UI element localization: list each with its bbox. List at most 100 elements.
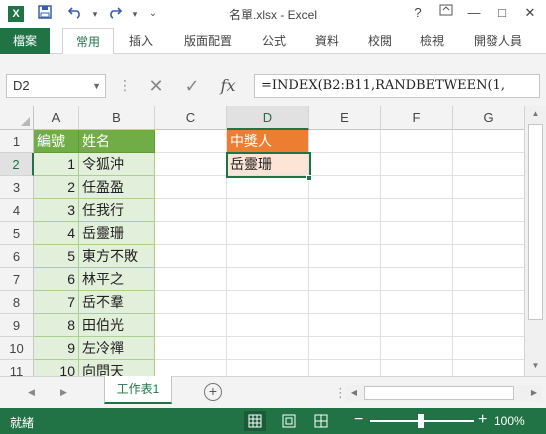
row-header-6[interactable]: 6 bbox=[0, 245, 34, 268]
undo-icon[interactable] bbox=[64, 4, 86, 24]
tab-review[interactable]: 校閱 bbox=[358, 28, 402, 54]
row-header-9[interactable]: 9 bbox=[0, 314, 34, 337]
help-icon[interactable]: ? bbox=[404, 2, 432, 24]
row-gridline bbox=[155, 175, 524, 176]
status-ready-text: 就緒 bbox=[10, 416, 35, 430]
minimize-button[interactable]: — bbox=[460, 2, 488, 24]
worksheet-grid[interactable]: A B C D E F G 1 2 3 4 5 6 7 8 9 10 11 12… bbox=[0, 106, 524, 376]
scroll-up-icon[interactable]: ▲ bbox=[525, 106, 546, 122]
cell-a9[interactable]: 8 bbox=[34, 314, 79, 337]
horizontal-scroll-thumb[interactable] bbox=[364, 386, 514, 400]
previous-sheet-icon[interactable]: ◀ bbox=[28, 387, 35, 398]
vertical-scrollbar[interactable]: ▲ ▼ bbox=[524, 106, 546, 376]
column-f-cells[interactable] bbox=[381, 130, 453, 376]
row-header-1[interactable]: 1 bbox=[0, 130, 34, 153]
cell-a7[interactable]: 6 bbox=[34, 268, 79, 291]
next-sheet-icon[interactable]: ▶ bbox=[60, 387, 67, 398]
cell-a5[interactable]: 4 bbox=[34, 222, 79, 245]
sheet-tabs-bar: ◀ ▶ 工作表1 + ⋮ ◀ ▶ bbox=[0, 376, 546, 408]
row-header-4[interactable]: 4 bbox=[0, 199, 34, 222]
tab-home[interactable]: 常用 bbox=[62, 28, 114, 55]
sheet-tab-1[interactable]: 工作表1 bbox=[104, 376, 172, 404]
vertical-scroll-thumb[interactable] bbox=[528, 124, 543, 320]
formula-bar-resize-handle[interactable]: ⋮ bbox=[118, 74, 132, 98]
cell-b9[interactable]: 田伯光 bbox=[79, 314, 155, 337]
ribbon-display-options-icon[interactable] bbox=[432, 2, 460, 24]
zoom-in-button[interactable]: + bbox=[478, 411, 487, 429]
column-header-g[interactable]: G bbox=[453, 106, 524, 130]
column-header-d[interactable]: D bbox=[227, 106, 309, 130]
insert-function-icon[interactable]: fx bbox=[214, 74, 242, 98]
formula-input[interactable]: =INDEX(B2:B11,RANDBETWEEN(1, bbox=[254, 74, 540, 98]
tab-developer[interactable]: 開發人員 bbox=[464, 28, 532, 54]
scroll-down-icon[interactable]: ▼ bbox=[525, 358, 546, 374]
cell-b8[interactable]: 岳不羣 bbox=[79, 291, 155, 314]
tab-formulas[interactable]: 公式 bbox=[252, 28, 296, 54]
confirm-entry-icon[interactable]: ✓ bbox=[178, 74, 206, 98]
cell-b7[interactable]: 林平之 bbox=[79, 268, 155, 291]
cell-b11[interactable]: 向問天 bbox=[79, 360, 155, 376]
zoom-slider-thumb[interactable] bbox=[418, 414, 424, 428]
tab-file[interactable]: 檔案 bbox=[0, 28, 50, 54]
undo-dropdown-icon[interactable]: ▾ bbox=[84, 4, 106, 24]
cell-b4[interactable]: 任我行 bbox=[79, 199, 155, 222]
save-icon[interactable] bbox=[34, 4, 56, 24]
cell-a11[interactable]: 10 bbox=[34, 360, 79, 376]
close-button[interactable]: ✕ bbox=[516, 2, 544, 24]
cell-d2-winner-value[interactable]: 岳靈珊 bbox=[227, 153, 309, 176]
cancel-entry-icon[interactable]: ✕ bbox=[142, 74, 170, 98]
cell-b5[interactable]: 岳靈珊 bbox=[79, 222, 155, 245]
status-bar: 就緒 − + 100% bbox=[0, 408, 546, 434]
cell-a6[interactable]: 5 bbox=[34, 245, 79, 268]
cell-a1[interactable]: 編號 bbox=[34, 130, 79, 153]
scroll-right-icon[interactable]: ▶ bbox=[526, 385, 542, 401]
maximize-button[interactable]: □ bbox=[488, 2, 516, 24]
new-sheet-button[interactable]: + bbox=[204, 383, 222, 401]
row-header-8[interactable]: 8 bbox=[0, 291, 34, 314]
column-e-cells[interactable] bbox=[309, 130, 381, 376]
cell-a10[interactable]: 9 bbox=[34, 337, 79, 360]
horizontal-scrollbar[interactable]: ◀ ▶ bbox=[346, 385, 542, 401]
name-box[interactable]: D2 ▼ bbox=[6, 74, 106, 98]
fill-handle[interactable] bbox=[306, 175, 312, 181]
cell-a8[interactable]: 7 bbox=[34, 291, 79, 314]
row-gridline bbox=[155, 336, 524, 337]
tab-page-layout[interactable]: 版面配置 bbox=[176, 28, 240, 54]
column-header-e[interactable]: E bbox=[309, 106, 381, 130]
zoom-out-button[interactable]: − bbox=[354, 411, 363, 429]
zoom-level[interactable]: 100% bbox=[494, 414, 525, 428]
scroll-left-icon[interactable]: ◀ bbox=[346, 385, 362, 401]
row-header-2[interactable]: 2 bbox=[0, 153, 34, 176]
page-layout-view-button[interactable] bbox=[278, 411, 300, 431]
redo-icon[interactable] bbox=[104, 4, 126, 24]
cell-b6[interactable]: 東方不敗 bbox=[79, 245, 155, 268]
row-header-5[interactable]: 5 bbox=[0, 222, 34, 245]
tab-view[interactable]: 檢視 bbox=[410, 28, 454, 54]
customize-toolbar-icon[interactable]: ⌄ bbox=[142, 4, 164, 24]
row-header-3[interactable]: 3 bbox=[0, 176, 34, 199]
column-c-cells[interactable] bbox=[155, 130, 227, 376]
cell-b2[interactable]: 令狐沖 bbox=[79, 153, 155, 176]
tab-insert[interactable]: 插入 bbox=[118, 28, 164, 54]
name-box-dropdown-icon[interactable]: ▼ bbox=[92, 75, 101, 97]
cell-a2[interactable]: 1 bbox=[34, 153, 79, 176]
cell-b1[interactable]: 姓名 bbox=[79, 130, 155, 153]
excel-app-icon[interactable]: X bbox=[8, 6, 24, 22]
select-all-corner[interactable] bbox=[0, 106, 34, 130]
cell-d1-winner-label[interactable]: 中獎人 bbox=[227, 130, 309, 153]
column-header-a[interactable]: A bbox=[34, 106, 79, 130]
row-header-10[interactable]: 10 bbox=[0, 337, 34, 360]
column-header-b[interactable]: B bbox=[79, 106, 155, 130]
normal-view-button[interactable] bbox=[244, 411, 266, 431]
row-header-11[interactable]: 11 bbox=[0, 360, 34, 376]
cell-b10[interactable]: 左冷禪 bbox=[79, 337, 155, 360]
column-g-cells[interactable] bbox=[453, 130, 524, 376]
cell-b3[interactable]: 任盈盈 bbox=[79, 176, 155, 199]
cell-a4[interactable]: 3 bbox=[34, 199, 79, 222]
column-header-f[interactable]: F bbox=[381, 106, 453, 130]
page-break-preview-button[interactable] bbox=[310, 411, 332, 431]
column-header-c[interactable]: C bbox=[155, 106, 227, 130]
row-header-7[interactable]: 7 bbox=[0, 268, 34, 291]
cell-a3[interactable]: 2 bbox=[34, 176, 79, 199]
tab-data[interactable]: 資料 bbox=[304, 28, 350, 54]
